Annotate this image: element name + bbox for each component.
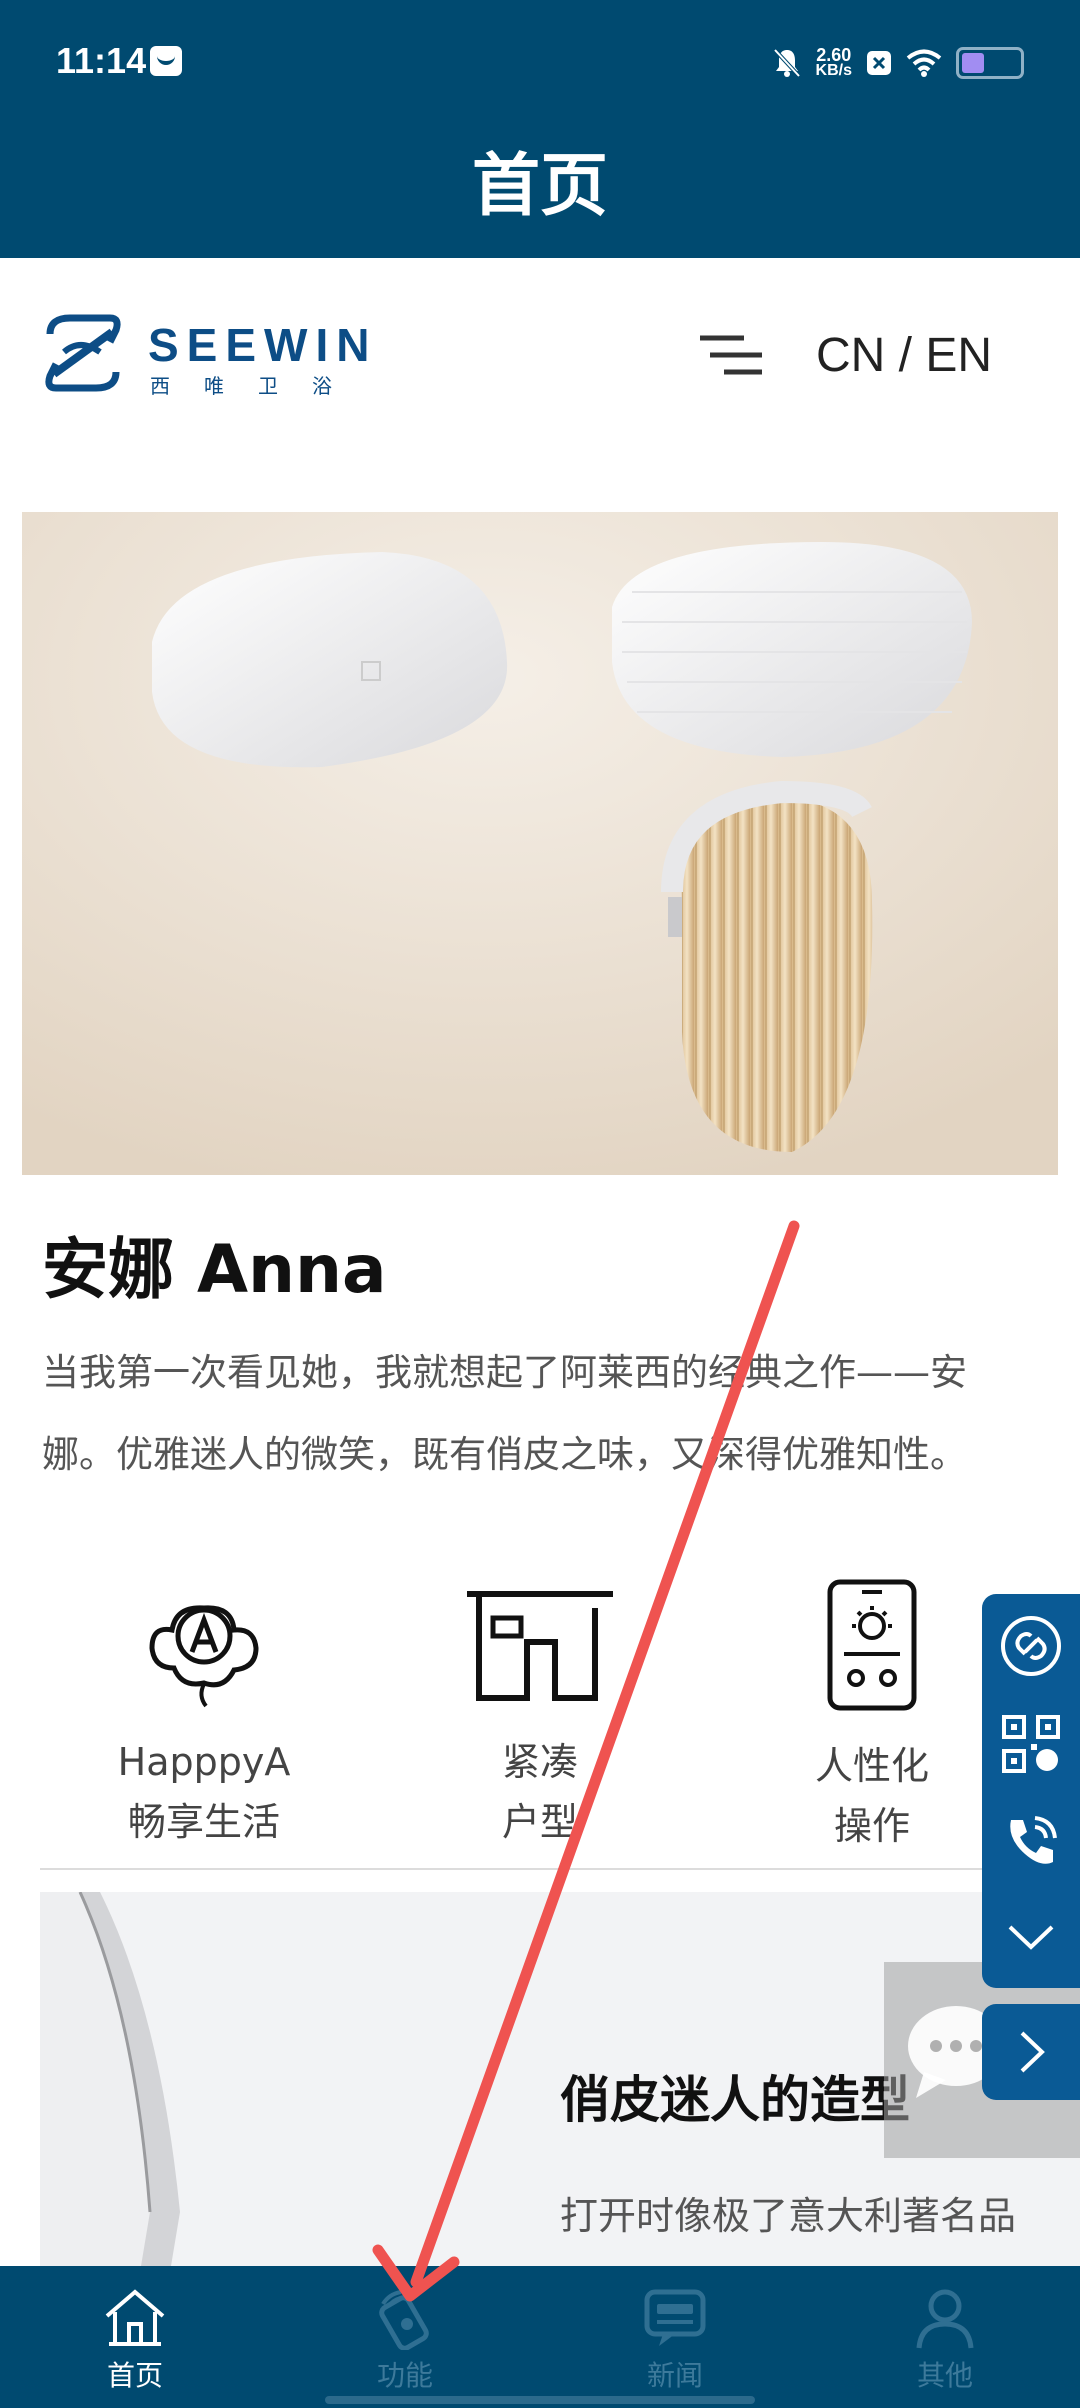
hero-product-image	[22, 512, 1058, 1175]
feature-label-1: HapppyA	[117, 1740, 291, 1784]
side-contact-panel	[982, 1594, 1080, 1988]
logo-wordmark: SEEWIN	[148, 319, 378, 371]
nav-label: 新闻	[646, 2359, 703, 2392]
status-time: 11:14	[56, 40, 147, 81]
divider	[40, 1868, 1040, 1870]
close-box-icon	[867, 51, 891, 75]
feature-label-2: 畅享生活	[127, 1800, 280, 1844]
chevron-right-icon	[1020, 2031, 1045, 2073]
remote-icon	[379, 2290, 429, 2350]
net-speed: 2.60 KB/s	[815, 45, 852, 79]
product-description: 当我第一次看见她，我就想起了阿莱西的经典之作——安娜。优雅迷人的微笑，既有俏皮之…	[42, 1351, 967, 1476]
phone-icon	[1010, 1816, 1057, 1864]
battery-icon	[956, 47, 1024, 79]
section-title: 俏皮迷人的造型	[560, 2071, 910, 2129]
feature-happy-life: HapppyA 畅享生活	[74, 1578, 334, 1852]
feature-label-2: 操作	[833, 1804, 910, 1848]
home-icon	[105, 2289, 165, 2346]
feature-humanized: 人性化 操作	[742, 1578, 1002, 1856]
phone-button[interactable]	[982, 1794, 1080, 1890]
control-panel-icon	[827, 1579, 917, 1711]
chevron-down-icon	[1008, 1925, 1054, 1950]
logo-mark-icon	[45, 314, 121, 392]
bottom-navigation: 首页 功能 新闻 其他	[0, 2266, 1080, 2408]
menu-icon[interactable]	[700, 334, 764, 376]
feature-compact: 紧凑 户型	[410, 1578, 670, 1852]
nav-label: 功能	[376, 2359, 433, 2392]
nav-home[interactable]: 首页	[0, 2266, 270, 2408]
nav-label: 其他	[916, 2359, 973, 2392]
net-speed-value: 2.60	[816, 45, 852, 65]
feature-label-2: 户型	[501, 1800, 578, 1844]
nav-label: 首页	[106, 2359, 163, 2392]
wifi-icon	[906, 49, 942, 77]
link-icon	[1001, 1616, 1061, 1676]
collapse-button[interactable]	[982, 1888, 1080, 1984]
app-header: 11:14 2.60 KB/s 首页	[0, 0, 1080, 258]
qrcode-button[interactable]	[982, 1696, 1080, 1792]
nav-news[interactable]: 新闻	[540, 2266, 810, 2408]
language-switch[interactable]: CN / EN	[816, 328, 992, 383]
link-button[interactable]	[982, 1598, 1080, 1694]
home-indicator	[325, 2396, 755, 2404]
qrcode-icon	[1002, 1715, 1060, 1773]
status-icons: 2.60 KB/s	[772, 40, 1024, 86]
room-layout-icon	[467, 1591, 613, 1701]
message-notification-icon	[150, 46, 182, 76]
nav-other[interactable]: 其他	[810, 2266, 1080, 2408]
feature-label-1: 人性化	[814, 1744, 929, 1788]
logo-chinese: 西唯卫浴	[150, 374, 366, 398]
mute-bell-icon	[773, 48, 801, 78]
nav-functions[interactable]: 功能	[270, 2266, 540, 2408]
balloon-a-icon	[149, 1605, 259, 1708]
feature-label-1: 紧凑	[501, 1740, 578, 1784]
user-icon	[916, 2289, 974, 2349]
section-description: 打开时像极了意大利著名品	[560, 2194, 1017, 2238]
product-title: 安娜 Anna	[42, 1231, 387, 1308]
page-title: 首页	[471, 147, 608, 226]
next-button[interactable]	[982, 2004, 1080, 2100]
net-speed-unit: KB/s	[815, 62, 852, 79]
news-icon	[644, 2289, 706, 2346]
